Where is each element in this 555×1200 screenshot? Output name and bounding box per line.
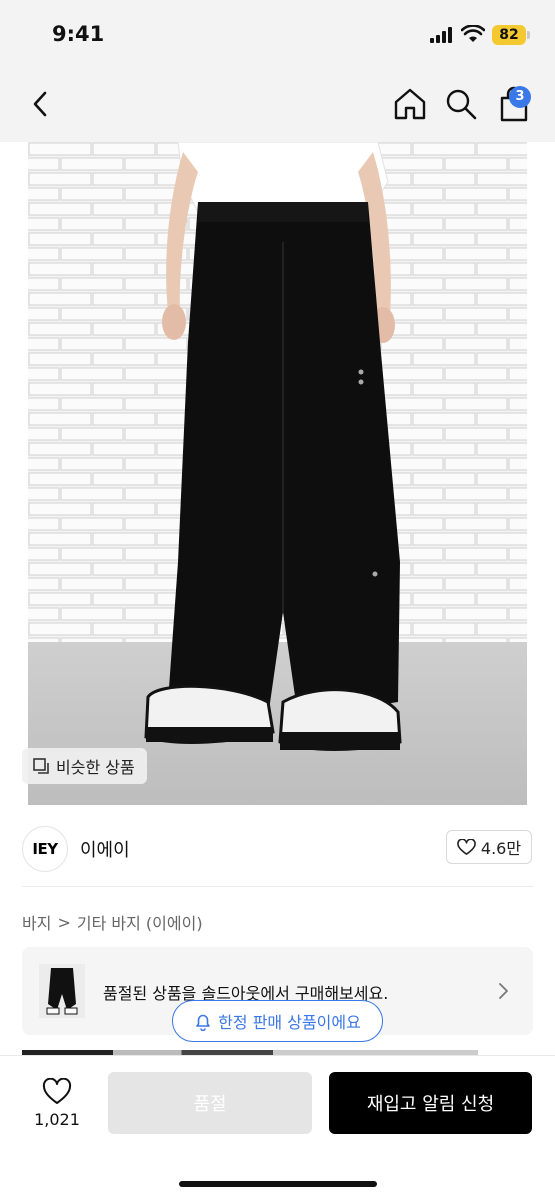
- breadcrumb-category[interactable]: 바지: [22, 910, 51, 934]
- chevron-right-icon: [499, 983, 508, 999]
- cart-badge[interactable]: 3: [509, 86, 531, 108]
- product-photo: [28, 142, 527, 805]
- battery-tip: [527, 31, 530, 39]
- brand-row[interactable]: IEY 이에이 4.6만: [0, 818, 555, 878]
- soldout-button: 품절: [108, 1072, 312, 1134]
- soldout-thumbnail: [39, 964, 85, 1018]
- home-indicator: [179, 1181, 377, 1187]
- home-icon[interactable]: [392, 86, 428, 122]
- breadcrumb-separator: >: [57, 912, 71, 932]
- similar-icon: [33, 758, 49, 774]
- product-image[interactable]: [28, 142, 527, 805]
- bottom-action-bar: 1,021 품절 재입고 알림 신청: [0, 1055, 555, 1200]
- nav-bar: [0, 66, 555, 142]
- wishlist-count: 1,021: [34, 1110, 80, 1129]
- brand-name[interactable]: 이에이: [80, 836, 130, 862]
- wishlist-button[interactable]: 1,021: [28, 1074, 86, 1138]
- divider: [22, 886, 533, 887]
- brand-like-button[interactable]: 4.6만: [446, 830, 532, 864]
- battery-indicator: 82: [492, 25, 526, 45]
- heart-icon: [42, 1078, 72, 1104]
- similar-products-button[interactable]: 비슷한 상품: [22, 748, 147, 784]
- breadcrumb: 바지 > 기타 바지 (이에이): [22, 910, 203, 934]
- limited-sale-label: 한정 판매 상품이에요: [218, 1013, 361, 1032]
- similar-label: 비슷한 상품: [56, 758, 135, 777]
- status-bar: 9:41 82: [0, 0, 555, 66]
- search-icon[interactable]: [444, 87, 478, 121]
- status-time: 9:41: [52, 22, 105, 46]
- wifi-icon: [461, 25, 485, 42]
- breadcrumb-subcategory[interactable]: 기타 바지 (이에이): [77, 910, 203, 934]
- heart-icon: [457, 838, 476, 855]
- signal-icon: [430, 27, 454, 43]
- bell-icon: [196, 1014, 210, 1031]
- limited-sale-badge[interactable]: 한정 판매 상품이에요: [172, 1000, 383, 1042]
- brand-like-count: 4.6만: [480, 839, 522, 858]
- back-icon[interactable]: [26, 88, 56, 120]
- brand-logo[interactable]: IEY: [22, 826, 68, 872]
- restock-alert-button[interactable]: 재입고 알림 신청: [329, 1072, 532, 1134]
